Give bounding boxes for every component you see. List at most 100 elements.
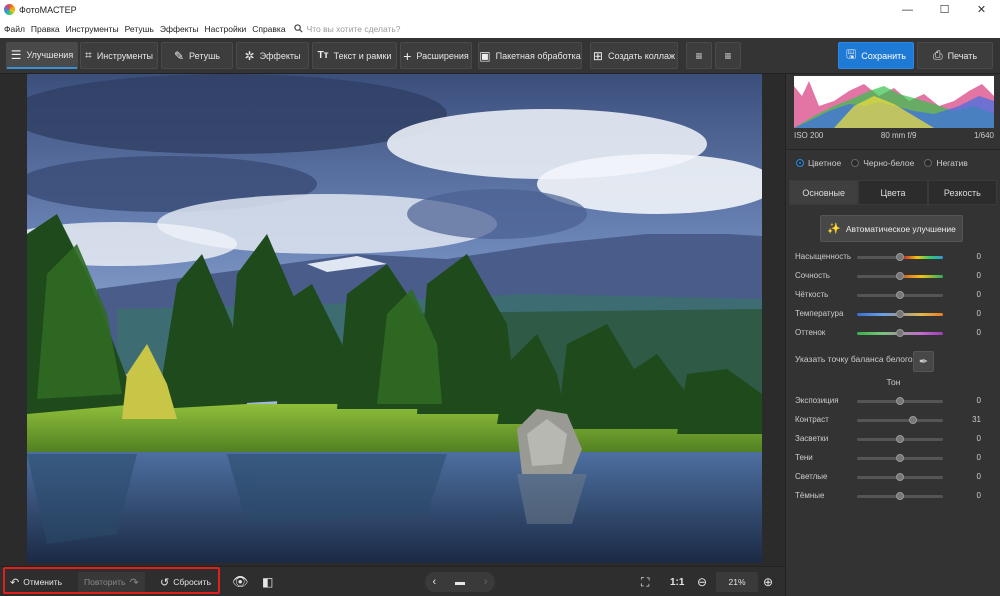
tone-slider-value: 0 — [976, 434, 981, 443]
fit-to-screen-button[interactable]: ⛶ — [641, 572, 649, 592]
photo-canvas-area[interactable] — [0, 74, 785, 566]
menu-effects[interactable]: Эффекты — [160, 24, 199, 34]
tone-slider-track[interactable] — [857, 416, 943, 424]
tab-extensions[interactable]: + Расширения — [400, 42, 472, 69]
adjust-slider-track[interactable] — [857, 291, 943, 299]
minus-circle-icon: ⊖ — [697, 575, 708, 589]
tone-slider-handle[interactable] — [896, 473, 904, 481]
menu-bar: Файл Правка Инструменты Ретушь Эффекты Н… — [0, 19, 1000, 38]
eye-icon: 👁 — [232, 574, 249, 589]
tone-slider-track[interactable] — [857, 435, 943, 443]
tab-tools[interactable]: ⌗ Инструменты — [80, 42, 158, 69]
save-button[interactable]: 🖫 Сохранить — [838, 42, 914, 69]
zoom-in-button[interactable]: ⊕ — [763, 572, 773, 592]
color-mode-color[interactable]: Цветное — [796, 158, 841, 168]
zoom-out-button[interactable]: ⊖ — [697, 572, 707, 592]
tone-slider-track[interactable] — [857, 454, 943, 462]
tone-slider-label: Светлые — [795, 472, 828, 481]
text-icon: Tт — [317, 50, 329, 61]
tone-slider-handle[interactable] — [896, 397, 904, 405]
tone-slider-track[interactable] — [857, 473, 943, 481]
previous-photo-button[interactable]: ‹ — [432, 576, 436, 588]
search-placeholder[interactable]: Что вы хотите сделать? — [307, 24, 401, 34]
tab-retouch[interactable]: ✎ Ретушь — [161, 42, 233, 69]
histogram — [794, 76, 994, 128]
adjust-slider-track[interactable] — [857, 329, 943, 337]
print-button[interactable]: ⎙ Печать — [917, 42, 993, 69]
adjust-slider-handle[interactable] — [896, 329, 904, 337]
app-logo-icon — [4, 4, 15, 15]
folder-icon[interactable]: ▬ — [455, 577, 465, 588]
save-button-label: Сохранить — [861, 50, 906, 61]
minimize-button[interactable]: — — [889, 0, 926, 19]
tone-slider-handle[interactable] — [896, 435, 904, 443]
menu-tools[interactable]: Инструменты — [66, 24, 119, 34]
crop-icon: ⌗ — [85, 48, 92, 62]
tone-slider-track[interactable] — [857, 397, 943, 405]
right-panel: ISO 200 80 mm f/9 1/640 Цветное Черно-бе… — [785, 74, 1000, 596]
window-title: ФотоМАСТЕР — [19, 4, 77, 15]
exif-info: ISO 200 80 mm f/9 1/640 — [794, 131, 994, 140]
landscape-photo[interactable] — [27, 74, 762, 563]
radio-icon — [924, 159, 933, 167]
menu-help[interactable]: Справка — [252, 24, 285, 34]
close-button[interactable]: ✕ — [963, 0, 1000, 19]
menu-retouch[interactable]: Ретушь — [125, 24, 154, 34]
color-mode-color-label: Цветное — [808, 158, 842, 168]
adjust-slider-row: Оттенок 0 — [795, 327, 995, 339]
tab-effects[interactable]: ✲ Эффекты — [236, 42, 309, 69]
tone-slider-track[interactable] — [857, 492, 943, 500]
tone-slider-handle[interactable] — [896, 492, 904, 500]
tone-slider-row: Светлые 0 — [795, 471, 995, 483]
adjust-slider-handle[interactable] — [896, 253, 904, 261]
batch-processing-button[interactable]: ▣ Пакетная обработка — [478, 42, 582, 69]
preview-eye-button[interactable]: 👁 — [232, 572, 249, 592]
eyedropper-button[interactable]: ✒ — [913, 351, 934, 372]
menu-search[interactable]: Что вы хотите сделать? — [293, 24, 401, 34]
tab-enhancements[interactable]: ☰ Улучшения — [6, 42, 78, 69]
tab-enhancements-label: Улучшения — [26, 50, 74, 60]
image-icon: ▣ — [479, 48, 491, 63]
zoom-level[interactable]: 21% — [716, 572, 758, 592]
tone-slider-handle[interactable] — [909, 416, 918, 424]
menu-edit[interactable]: Правка — [31, 24, 60, 34]
adjust-slider-value: 0 — [976, 252, 981, 261]
maximize-button[interactable]: ☐ — [926, 0, 963, 19]
add-to-list-button[interactable]: ≡ — [686, 42, 712, 69]
color-mode-negative[interactable]: Негатив — [924, 158, 968, 168]
color-mode-negative-label: Негатив — [936, 158, 968, 168]
scale-1to1-button[interactable]: 1:1 — [670, 572, 684, 592]
auto-enhance-label: Автоматическое улучшение — [845, 223, 956, 234]
menu-file[interactable]: Файл — [4, 24, 25, 34]
tab-colors[interactable]: Цвета — [858, 180, 928, 205]
tab-basic[interactable]: Основные — [789, 180, 859, 205]
adjust-slider-handle[interactable] — [896, 310, 904, 318]
adjust-slider-row: Температура 0 — [795, 308, 995, 320]
tab-sharpness[interactable]: Резкость — [927, 180, 997, 205]
remove-from-list-button[interactable]: ≡ — [715, 42, 741, 69]
tab-text-frames[interactable]: Tт Текст и рамки — [312, 42, 397, 69]
exif-shutter: 1/640 — [973, 131, 994, 140]
tone-section-title: Тон — [886, 377, 901, 387]
adjust-slider-track[interactable] — [857, 272, 943, 280]
white-balance-label: Указать точку баланса белого — [795, 354, 913, 364]
tone-slider-handle[interactable] — [896, 454, 904, 462]
adjust-slider-value: 0 — [976, 328, 981, 337]
menu-settings[interactable]: Настройки — [205, 24, 247, 34]
adjust-slider-label: Насыщенность — [795, 252, 852, 261]
adjust-slider-handle[interactable] — [896, 272, 904, 280]
floppy-disk-icon: 🖫 — [846, 47, 857, 61]
create-collage-button[interactable]: ⊞ Создать коллаж — [590, 42, 678, 69]
auto-enhance-button[interactable]: ✨ Автоматическое улучшение — [820, 215, 963, 242]
tab-extensions-label: Расширения — [416, 50, 469, 61]
adjust-slider-handle[interactable] — [896, 291, 904, 299]
adjust-slider-track[interactable] — [857, 310, 943, 318]
compare-button[interactable]: ◧ — [262, 572, 273, 592]
tab-retouch-label: Ретушь — [189, 50, 220, 61]
adjust-slider-track[interactable] — [857, 253, 943, 261]
color-mode-bw[interactable]: Черно-белое — [851, 158, 914, 168]
adjust-slider-row: Насыщенность 0 — [795, 251, 995, 263]
list-remove-icon: ≡ — [724, 48, 732, 63]
adjust-slider-row: Чёткость 0 — [795, 289, 995, 301]
next-photo-button[interactable]: › — [484, 576, 488, 588]
